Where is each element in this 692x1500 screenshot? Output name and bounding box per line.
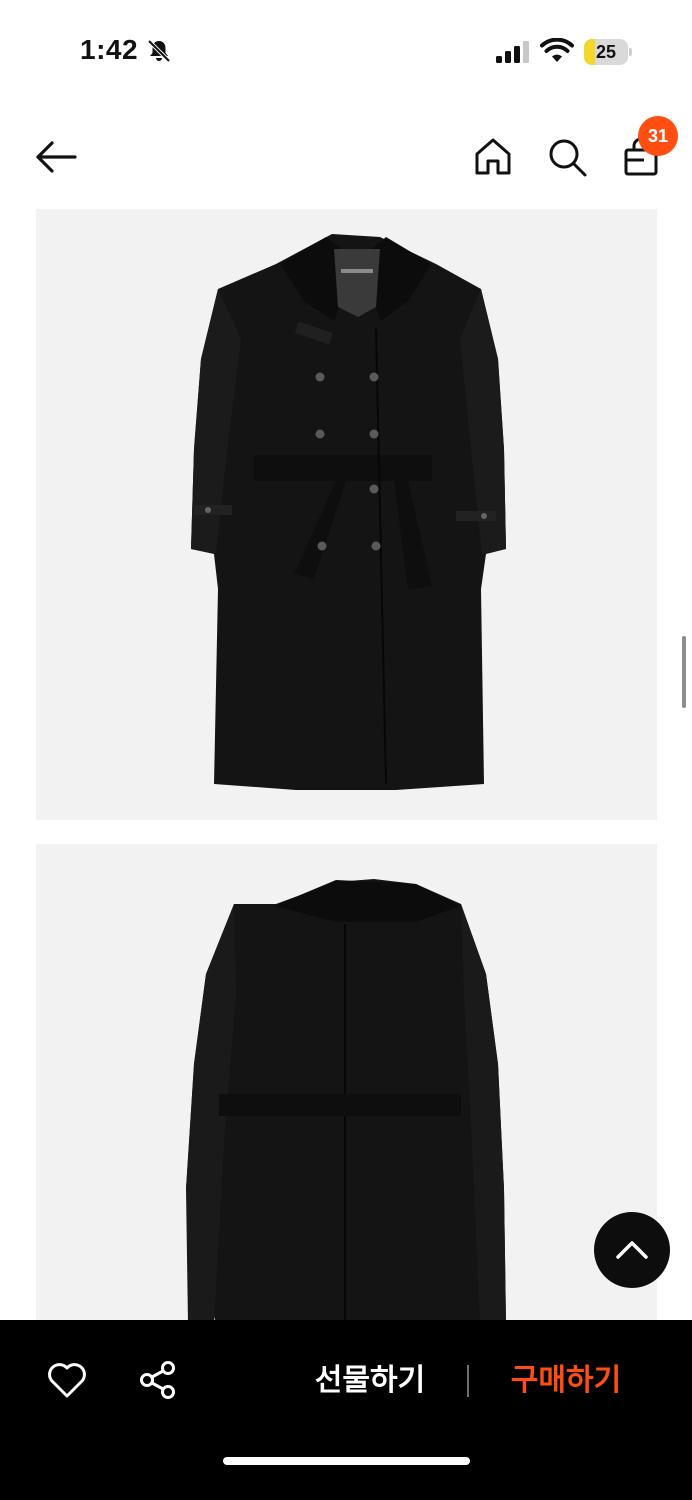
status-bar: 1:42 25	[0, 0, 692, 100]
coat-back-image	[186, 879, 506, 1324]
bottom-action-bar: 선물하기 구매하기	[0, 1320, 692, 1500]
status-time: 1:42	[80, 34, 139, 65]
buy-button[interactable]: 구매하기	[496, 1358, 636, 1404]
back-arrow-icon[interactable]	[34, 137, 78, 177]
top-navigation	[0, 110, 692, 200]
share-icon[interactable]	[138, 1360, 178, 1400]
scroll-indicator[interactable]	[682, 636, 686, 708]
product-image-front[interactable]	[36, 209, 657, 820]
chevron-up-icon	[616, 1241, 648, 1259]
coat-front-image	[191, 234, 506, 790]
gift-button[interactable]: 선물하기	[300, 1358, 440, 1404]
bell-slash-icon	[147, 39, 171, 63]
divider	[467, 1365, 469, 1397]
battery-level: 25	[595, 42, 617, 62]
cellular-signal-icon	[496, 41, 529, 63]
scroll-to-top-button[interactable]	[594, 1212, 670, 1288]
product-image-back[interactable]	[36, 844, 657, 1324]
battery-indicator: 25	[584, 39, 632, 65]
wifi-icon	[540, 38, 574, 62]
home-icon[interactable]	[472, 136, 514, 178]
cart-count-badge: 31	[638, 116, 678, 156]
search-icon[interactable]	[546, 136, 588, 178]
home-indicator[interactable]	[223, 1457, 470, 1465]
heart-icon[interactable]	[46, 1360, 88, 1400]
